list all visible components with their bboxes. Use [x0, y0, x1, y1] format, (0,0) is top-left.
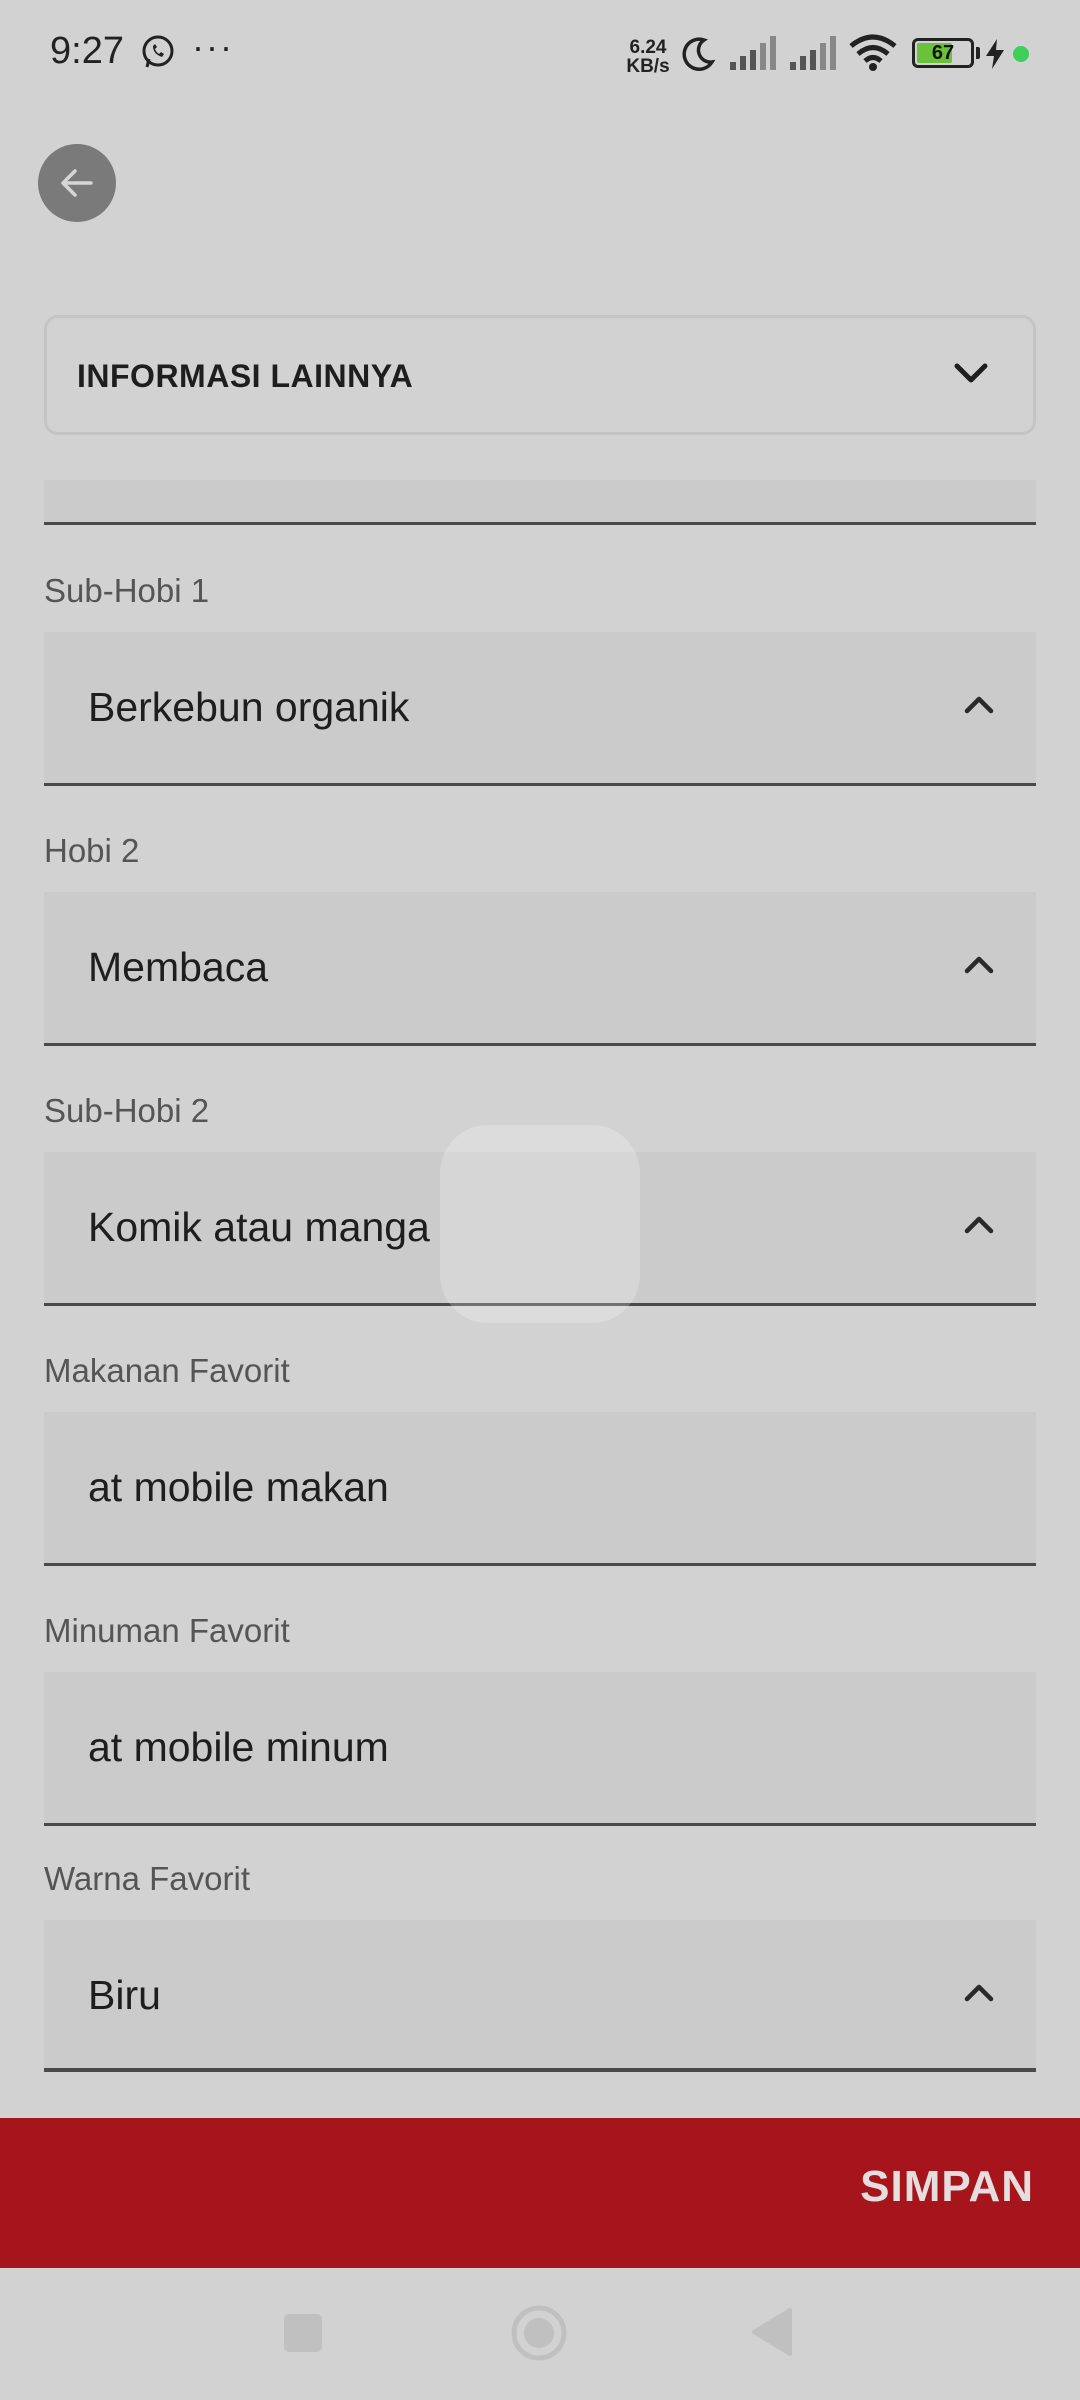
recents-icon[interactable] — [282, 2312, 324, 2359]
hobi-2-dropdown[interactable]: Membaca — [44, 892, 1036, 1046]
warna-favorit-dropdown[interactable]: Biru — [44, 1920, 1036, 2072]
chevron-up-icon — [964, 1983, 994, 2008]
save-bar: SIMPAN — [0, 2118, 1080, 2268]
wifi-icon — [848, 34, 898, 77]
field-value: Komik atau manga — [88, 1204, 430, 1250]
network-speed: 6.24 KB/s — [626, 37, 670, 77]
field-label-hobi-2: Hobi 2 — [44, 832, 140, 869]
field-value: at mobile makan — [88, 1464, 389, 1510]
battery-percent: 67 — [931, 42, 955, 64]
status-time: 9:27 — [50, 30, 124, 72]
chevron-up-icon — [964, 1215, 994, 1240]
back-nav-icon[interactable] — [750, 2308, 794, 2361]
field-value: at mobile minum — [88, 1724, 389, 1770]
chevron-up-icon — [964, 695, 994, 720]
save-button[interactable]: SIMPAN — [860, 2162, 1034, 2212]
signal-icon — [728, 34, 778, 77]
touch-indicator — [440, 1125, 640, 1323]
section-informasi-lainnya[interactable]: INFORMASI LAINNYA — [44, 315, 1036, 435]
chevron-down-icon — [953, 362, 989, 391]
home-icon[interactable] — [510, 2304, 568, 2367]
chevron-up-icon — [964, 955, 994, 980]
field-value: Membaca — [88, 944, 269, 990]
field-label-makanan-favorit: Makanan Favorit — [44, 1352, 290, 1389]
sub-hobi-1-dropdown[interactable]: Berkebun organik — [44, 632, 1036, 786]
signal-icon-2 — [788, 34, 838, 77]
field-value: Berkebun organik — [88, 684, 410, 730]
battery-tip — [976, 47, 980, 59]
field-label-sub-hobi-2: Sub-Hobi 2 — [44, 1092, 210, 1129]
field-label-minuman-favorit: Minuman Favorit — [44, 1612, 290, 1649]
profile-edit-screen: 9:27 ··· 6.24 KB/s 67 INFORMASI LAINNYA … — [0, 0, 1080, 2400]
section-title: INFORMASI LAINNYA — [77, 358, 414, 394]
back-button[interactable] — [38, 144, 116, 222]
charging-icon — [984, 38, 1006, 75]
minuman-favorit-input[interactable]: at mobile minum — [44, 1672, 1036, 1826]
more-notifications-icon: ··· — [192, 26, 234, 67]
system-navigation-bar — [0, 2268, 1080, 2400]
whatsapp-icon — [140, 34, 176, 70]
partial-field[interactable] — [44, 480, 1036, 525]
field-label-sub-hobi-1: Sub-Hobi 1 — [44, 572, 210, 609]
makanan-favorit-input[interactable]: at mobile makan — [44, 1412, 1036, 1566]
status-bar: 9:27 ··· 6.24 KB/s 67 — [0, 0, 1080, 110]
moon-icon — [678, 34, 718, 79]
arrow-left-icon — [61, 169, 93, 197]
privacy-indicator-dot — [1013, 46, 1029, 62]
battery-icon: 67 — [912, 38, 974, 68]
field-value: Biru — [88, 1972, 161, 2018]
field-label-warna-favorit: Warna Favorit — [44, 1860, 250, 1897]
